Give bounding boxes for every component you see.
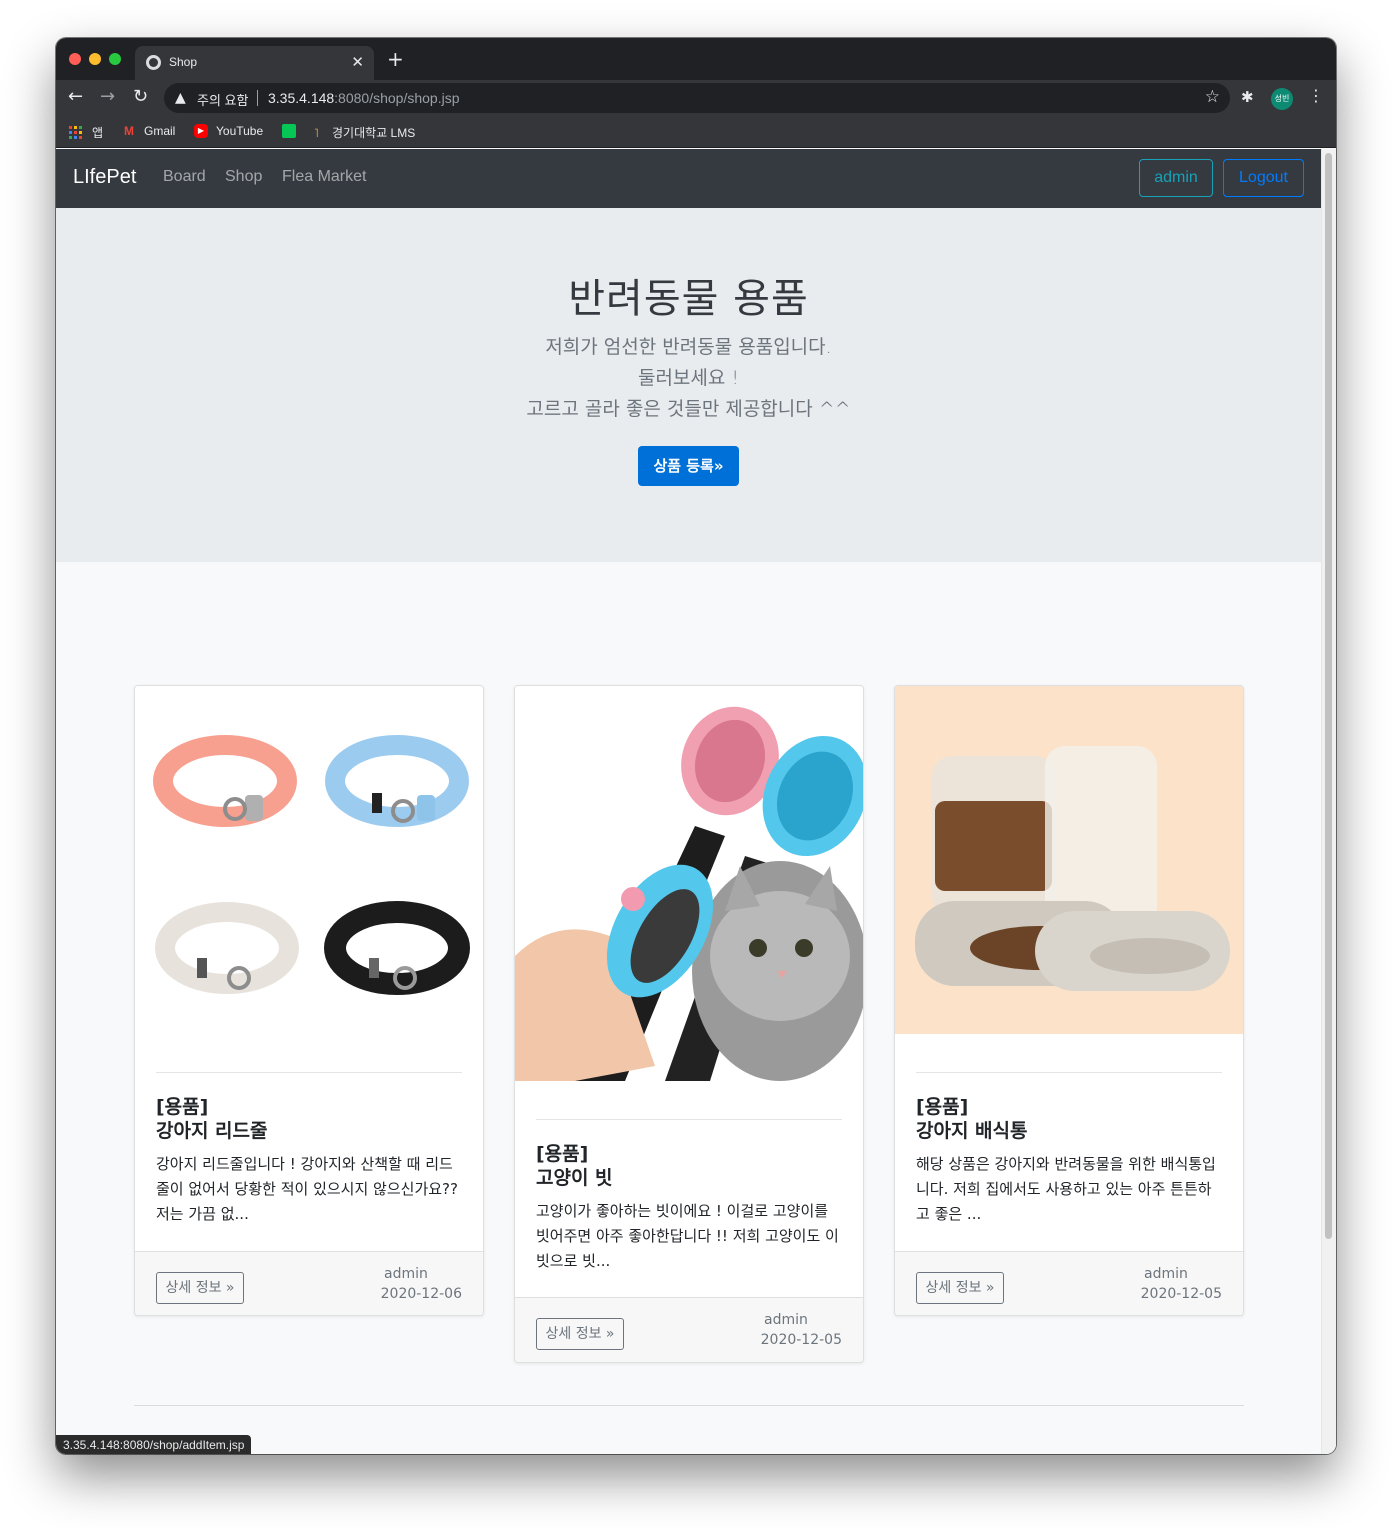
card-body: [용품] 강아지 배식통 해당 상품은 강아지와 반려동물을 위한 배식통입 니… xyxy=(916,1072,1222,1252)
bookmark-apps[interactable]: 앱 xyxy=(69,124,103,141)
site-navbar: LIfePet Board Shop Flea Market admin Log… xyxy=(56,149,1321,208)
gmail-icon: M xyxy=(124,124,134,138)
nav-link-shop[interactable]: Shop xyxy=(225,168,262,186)
product-author: admin xyxy=(764,1312,808,1328)
link-status-url: 3.35.4.148:8080/shop/addItem.jsp xyxy=(56,1435,252,1454)
scrollbar-thumb[interactable] xyxy=(1325,153,1332,1239)
card-footer: 상세 정보 » admin 2020-12-06 xyxy=(135,1251,483,1315)
address-bar[interactable]: ▲ 주의 요함 3.35.4.148:8080/shop/shop.jsp ☆ xyxy=(164,83,1230,113)
warning-icon[interactable]: ▲ xyxy=(175,90,186,106)
bookmarks-bar: 앱 M Gmail ▶ YouTube ˥ 경기대학교 LMS xyxy=(56,116,1336,148)
browser-toolbar: ← → ↻ ▲ 주의 요함 3.35.4.148:8080/shop/shop.… xyxy=(56,80,1336,116)
section-divider xyxy=(134,1405,1244,1406)
detail-button[interactable]: 상세 정보 » xyxy=(916,1272,1004,1304)
bookmark-lms[interactable]: ˥ 경기대학교 LMS xyxy=(314,124,415,141)
bookmark-label: Gmail xyxy=(144,124,176,138)
hero-jumbotron: 반려동물 용품 저희가 엄선한 반려동물 용품입니다. 둘러보세요 ! 고르고 … xyxy=(56,208,1321,562)
product-category: [용품] xyxy=(156,1096,209,1118)
lms-logo-icon: ˥ xyxy=(314,125,319,140)
detail-button[interactable]: 상세 정보 » xyxy=(536,1318,624,1350)
product-description: 고양이가 좋아하는 빗이에요 ! 이걸로 고양이를 빗어주면 아주 좋아한답니다… xyxy=(536,1202,839,1270)
product-category: [용품] xyxy=(536,1143,589,1165)
card-divider xyxy=(916,1072,1222,1073)
product-card: [용품] 강아지 배식통 해당 상품은 강아지와 반려동물을 위한 배식통입 니… xyxy=(894,685,1244,1316)
card-footer: 상세 정보 » admin 2020-12-05 xyxy=(515,1297,863,1362)
back-arrow-icon[interactable]: ← xyxy=(68,87,83,107)
apps-grid-icon xyxy=(69,126,82,139)
profile-avatar[interactable]: 성빈 xyxy=(1271,88,1293,110)
bookmark-youtube[interactable]: ▶ YouTube xyxy=(194,124,263,138)
product-date: 2020-12-05 xyxy=(760,1332,842,1348)
omnibox-divider xyxy=(257,90,258,106)
product-name: 고양이 빗 xyxy=(536,1167,613,1189)
product-image-leash[interactable] xyxy=(135,686,483,1071)
page-title: 반려동물 용품 xyxy=(568,276,809,322)
bookmark-label: YouTube xyxy=(216,124,264,138)
tab-title: Shop xyxy=(169,55,198,69)
maximize-window-button[interactable] xyxy=(109,53,121,65)
url-host: 3.35.4.148 xyxy=(268,90,335,106)
nav-link-board[interactable]: Board xyxy=(163,168,206,186)
detail-button[interactable]: 상세 정보 » xyxy=(156,1272,244,1304)
hero-line: 저희가 엄선한 반려동물 용품입니다. xyxy=(545,336,832,358)
bookmark-label: 앱 xyxy=(92,126,104,140)
reload-icon[interactable]: ↻ xyxy=(133,87,148,107)
product-author: admin xyxy=(384,1266,428,1282)
browser-tab[interactable]: Shop ✕ xyxy=(135,46,374,80)
browser-window: Shop ✕ + ← → ↻ ▲ 주의 요함 3.35.4.148:8080/s… xyxy=(56,38,1336,1454)
security-label[interactable]: 주의 요함 xyxy=(197,90,248,109)
page-scrollbar[interactable] xyxy=(1321,149,1336,1454)
product-date: 2020-12-05 xyxy=(1140,1286,1222,1302)
card-divider xyxy=(536,1119,842,1120)
product-image-cat-brush[interactable] xyxy=(515,686,863,1081)
card-body: [용품] 강아지 리드줄 강아지 리드줄입니다 ! 강아지와 산책할 때 리드줄… xyxy=(156,1072,462,1252)
bookmark-gmail[interactable]: M Gmail xyxy=(122,124,175,138)
product-name: 강아지 배식통 xyxy=(916,1120,1028,1142)
card-body: [용품] 고양이 빗 고양이가 좋아하는 빗이에요 ! 이걸로 고양이를 빗어주… xyxy=(536,1119,842,1299)
bookmark-line[interactable] xyxy=(282,124,304,138)
card-divider xyxy=(156,1072,462,1073)
bookmark-label: 경기대학교 LMS xyxy=(332,126,416,140)
close-window-button[interactable] xyxy=(69,53,81,65)
product-description: 강아지 리드줄입니다 ! 강아지와 산책할 때 리드줄이 없어서 당황한 적이 … xyxy=(156,1155,458,1223)
product-category: [용품] xyxy=(916,1096,969,1118)
brand-logo[interactable]: LIfePet xyxy=(73,166,136,189)
bookmark-star-icon[interactable]: ☆ xyxy=(1205,87,1220,107)
admin-button[interactable]: admin xyxy=(1139,159,1213,197)
url-path: :8080/shop/shop.jsp xyxy=(334,90,460,106)
nav-link-flea-market[interactable]: Flea Market xyxy=(282,168,366,186)
product-name: 강아지 리드줄 xyxy=(156,1120,268,1142)
product-card: [용품] 고양이 빗 고양이가 좋아하는 빗이에요 ! 이걸로 고양이를 빗어주… xyxy=(514,685,864,1363)
logout-button[interactable]: Logout xyxy=(1223,159,1304,197)
product-date: 2020-12-06 xyxy=(380,1286,462,1302)
card-footer: 상세 정보 » admin 2020-12-05 xyxy=(895,1251,1243,1315)
product-card: [용품] 강아지 리드줄 강아지 리드줄입니다 ! 강아지와 산책할 때 리드줄… xyxy=(134,685,484,1316)
forward-arrow-icon[interactable]: → xyxy=(100,87,115,107)
product-image-feeder[interactable] xyxy=(895,686,1243,1034)
register-product-button[interactable]: 상품 등록» xyxy=(638,446,739,486)
youtube-icon: ▶ xyxy=(194,124,208,138)
line-chat-icon xyxy=(282,124,296,138)
extensions-puzzle-icon[interactable]: ✱ xyxy=(1241,88,1254,106)
hero-line: 둘러보세요 ! xyxy=(637,367,740,389)
minimize-window-button[interactable] xyxy=(89,53,101,65)
product-author: admin xyxy=(1144,1266,1188,1282)
browser-menu-icon[interactable]: ⋮ xyxy=(1308,86,1324,106)
close-tab-icon[interactable]: ✕ xyxy=(351,53,364,71)
url-text[interactable]: 3.35.4.148:8080/shop/shop.jsp xyxy=(268,90,460,106)
page-viewport: LIfePet Board Shop Flea Market admin Log… xyxy=(56,149,1336,1454)
tab-strip: Shop ✕ + xyxy=(56,38,1336,80)
product-description: 해당 상품은 강아지와 반려동물을 위한 배식통입 니다. 저희 집에서도 사용… xyxy=(916,1155,1216,1223)
new-tab-button[interactable]: + xyxy=(387,49,404,69)
hero-line: 고르고 골라 좋은 것들만 제공합니다 ^^ xyxy=(526,398,851,420)
globe-icon xyxy=(146,55,161,70)
